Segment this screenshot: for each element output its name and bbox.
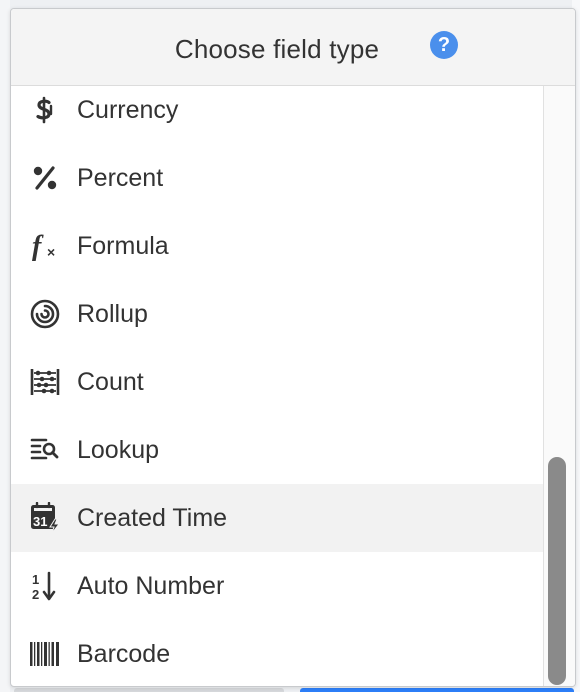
dropdown-header: Choose field type ?	[11, 9, 575, 86]
lookup-icon	[27, 432, 63, 468]
auto-number-2-glyph: 2	[32, 587, 39, 602]
field-type-dropdown: Choose field type ? Currency Percent f ×…	[10, 8, 576, 687]
currency-icon	[27, 92, 63, 128]
percent-icon	[27, 160, 63, 196]
field-type-lookup[interactable]: Lookup	[11, 416, 543, 484]
count-icon	[27, 364, 63, 400]
field-type-percent[interactable]: Percent	[11, 144, 543, 212]
background-tab-active	[300, 688, 574, 692]
field-type-label: Rollup	[77, 300, 148, 328]
field-type-formula[interactable]: f × Formula	[11, 212, 543, 280]
rollup-icon	[27, 296, 63, 332]
barcode-icon	[27, 636, 63, 672]
field-type-label: Currency	[77, 96, 179, 124]
field-type-created-time[interactable]: 31 Created Time	[11, 484, 543, 552]
auto-number-icon: 1 2	[27, 568, 63, 604]
auto-number-1-glyph: 1	[32, 572, 39, 587]
field-type-rollup[interactable]: Rollup	[11, 280, 543, 348]
calendar-day-glyph: 31	[33, 514, 47, 529]
formula-f-glyph: f	[32, 231, 44, 262]
field-type-currency[interactable]: Currency	[11, 86, 543, 144]
field-type-auto-number[interactable]: 1 2 Auto Number	[11, 552, 543, 620]
field-type-label: Count	[77, 368, 144, 396]
field-type-label: Created Time	[77, 504, 228, 532]
field-type-barcode[interactable]: Barcode	[11, 620, 543, 686]
field-type-label: Barcode	[77, 640, 171, 668]
formula-x-glyph: ×	[47, 244, 55, 260]
help-icon[interactable]: ?	[430, 31, 458, 59]
field-type-count[interactable]: Count	[11, 348, 543, 416]
field-type-label: Formula	[77, 232, 169, 260]
dropdown-title: Choose field type	[174, 34, 380, 64]
created-time-icon: 31	[27, 500, 63, 536]
field-type-label: Auto Number	[77, 572, 225, 600]
formula-icon: f ×	[27, 228, 63, 264]
background-tab	[14, 688, 284, 692]
background-strip	[0, 0, 10, 692]
field-type-label: Percent	[77, 164, 164, 192]
field-type-list: Currency Percent f × Formula Rollup Coun…	[11, 86, 543, 686]
scrollbar-thumb[interactable]	[548, 457, 566, 685]
field-type-label: Lookup	[77, 436, 160, 464]
